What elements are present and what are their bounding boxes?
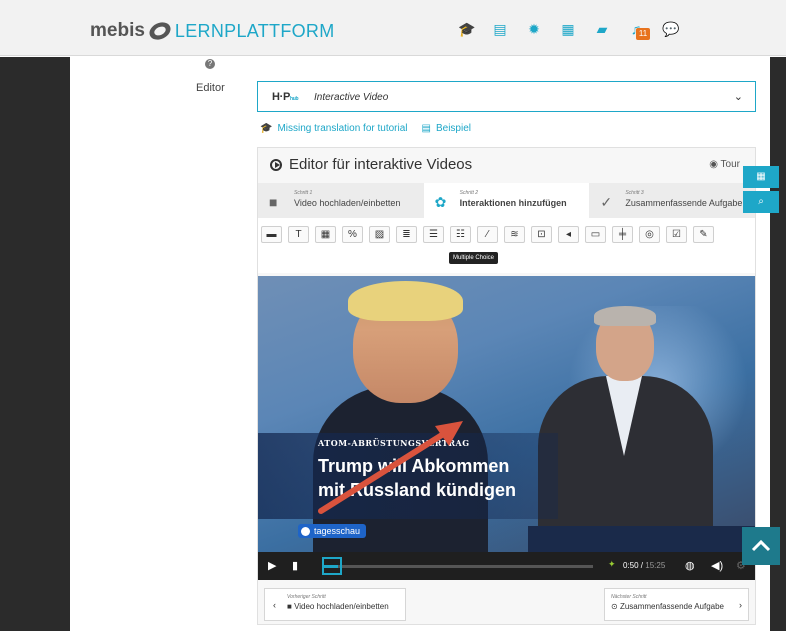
link-tool-icon[interactable]: % [342,226,363,243]
step-title: Video hochladen/einbetten [294,198,401,208]
navigation-hotspot-tool-icon[interactable]: ◂ [558,226,579,243]
drag-text-tool-icon[interactable]: ≋ [504,226,525,243]
tooltip: Multiple Choice [449,252,499,264]
volume-icon[interactable]: ◀) [711,559,723,572]
mebis-swoosh-icon [146,19,174,43]
editor-type-select[interactable]: H·Phub Interactive Video ⌄ [257,81,756,112]
star-icon: ✦ [608,559,616,569]
step-number: Schritt 3 [625,190,644,196]
previous-step-value: ■ Video hochladen/einbetten [287,602,389,611]
tutorial-link[interactable]: 🎓 Missing translation for tutorial [260,123,408,134]
time-display: 0:50 / 15:25 [623,561,666,570]
example-link[interactable]: ▤ Beispiel [422,123,471,134]
side-search-button[interactable]: ⌕ [743,191,779,213]
grid-icon[interactable]: ▦ [560,22,576,36]
interactive-video-editor: Editor für interaktive Videos ◉ Tour ■ S… [257,147,756,625]
mark-words-tool-icon[interactable]: ▭ [585,226,606,243]
play-circle-icon [270,158,282,171]
interaction-toolbar: ▬ T ▦ % ▨ ≣ ☰ ☷ ⁄ ≋ ⊡ ◂ ▭ ╪ ◎ ☑ ✎ Multip… [258,218,755,273]
step-tab-summary-task[interactable]: ✓ Schritt 3 Zusammenfassende Aufgabe [589,183,755,218]
product-name: LERNPLATTFORM [174,20,335,41]
quality-icon[interactable]: ◍ [685,559,695,572]
next-step-button[interactable]: Nächster Schritt ⊙ Zusammenfassende Aufg… [604,588,749,621]
drag-drop-tool-icon[interactable]: ╪ [612,226,633,243]
video-camera-icon: ■ [269,194,278,210]
selected-editor-type: Interactive Video [314,92,389,103]
step-tabs: ■ Schritt 1 Video hochladen/einbetten ✿ … [258,183,755,218]
left-sidebar [0,57,70,631]
folder-icon[interactable]: ▰ [594,22,610,36]
mebis-logo[interactable]: mebis LERNPLATTFORM [90,19,335,43]
previous-step-button[interactable]: ‹ Vorheriger Schritt ■ Video hochladen/e… [264,588,406,621]
teacher-icon[interactable]: ▤ [492,22,508,36]
editor-title: Editor für interaktive Videos [270,156,472,173]
chevron-up-icon [751,539,771,552]
scroll-to-top-button[interactable] [742,527,780,565]
tagesschau-icon [301,526,310,536]
brand-name: mebis [90,20,145,41]
top-icon-bar: 🎓 ▤ ✹ ▦ ▰ ♫ 11 💬 [458,22,679,40]
previous-step-label: Vorheriger Schritt [287,594,326,600]
book-icon: ▤ [421,123,431,134]
h5p-logo: H·Phub [272,91,299,103]
text-tool-icon[interactable]: T [288,226,309,243]
seek-handle[interactable] [322,557,342,575]
step-title: Interaktionen hinzufügen [459,198,567,208]
step-number: Schritt 1 [294,190,313,196]
step-navigation: ‹ Vorheriger Schritt ■ Video hochladen/e… [258,588,755,624]
table-tool-icon[interactable]: ▦ [315,226,336,243]
step-tab-add-interactions[interactable]: ✿ Schritt 2 Interaktionen hinzufügen [423,183,590,218]
annotation-arrow [318,421,463,514]
graduation-cap-icon[interactable]: 🎓 [458,22,475,36]
next-step-value: ⊙ Zusammenfassende Aufgabe [611,602,725,611]
find-hotspot-tool-icon[interactable]: ◎ [639,226,660,243]
notification-badge: 11 [636,28,650,40]
help-icon[interactable]: ? [205,59,215,69]
free-text-tool-icon[interactable]: ✎ [693,226,714,243]
single-choice-tool-icon[interactable]: ☰ [423,226,444,243]
video-player[interactable]: ATOM-ABRÜSTUNGSVERTRAG Trump will Abkomm… [258,276,755,552]
video-controls: ▶ ▮ ✦ 0:50 / 15:25 ◍ ◀) ⚙ [258,552,755,580]
chat-icon[interactable]: 💬 [662,22,679,36]
check-circle-icon: ✓ [600,194,613,210]
tour-button[interactable]: ◉ Tour [709,159,740,170]
top-navigation-bar: mebis LERNPLATTFORM 🎓 ▤ ✹ ▦ ▰ ♫ 11 💬 [0,0,786,56]
multiple-choice-tool-icon[interactable]: ☷ [450,226,471,243]
seek-bar[interactable] [323,565,593,568]
side-grid-button[interactable]: ▦ [743,166,779,188]
bell-icon[interactable]: ♫ 11 [628,22,650,40]
broadcaster-logo: tagesschau [298,524,367,538]
chevron-down-icon: ⌄ [733,91,743,103]
graduation-cap-icon: 🎓 [260,123,273,134]
statements-tool-icon[interactable]: ≣ [396,226,417,243]
true-false-tool-icon[interactable]: ☑ [666,226,687,243]
interaction-icon: ✿ [434,194,447,210]
image-tool-icon[interactable]: ▨ [369,226,390,243]
next-step-label: Nächster Schritt [611,594,647,600]
step-tab-upload-video[interactable]: ■ Schritt 1 Video hochladen/einbetten [258,183,424,218]
fill-blanks-tool-icon[interactable]: ⁄ [477,226,498,243]
step-number: Schritt 2 [459,190,479,196]
grid-icon: ▦ [756,171,766,182]
play-icon[interactable]: ▶ [268,559,276,572]
crossroads-tool-icon[interactable]: ⊡ [531,226,552,243]
helper-links: 🎓 Missing translation for tutorial ▤ Beisp… [260,123,471,134]
bookmark-icon[interactable]: ▮ [292,559,298,572]
label-tool-icon[interactable]: ▬ [261,226,282,243]
editor-label: Editor [196,82,225,94]
gear-icon[interactable]: ✹ [526,22,542,36]
step-title: Zusammenfassende Aufgabe [625,198,743,208]
chevron-right-icon: › [739,600,742,610]
chevron-left-icon: ‹ [273,600,276,610]
search-icon: ⌕ [758,196,764,207]
